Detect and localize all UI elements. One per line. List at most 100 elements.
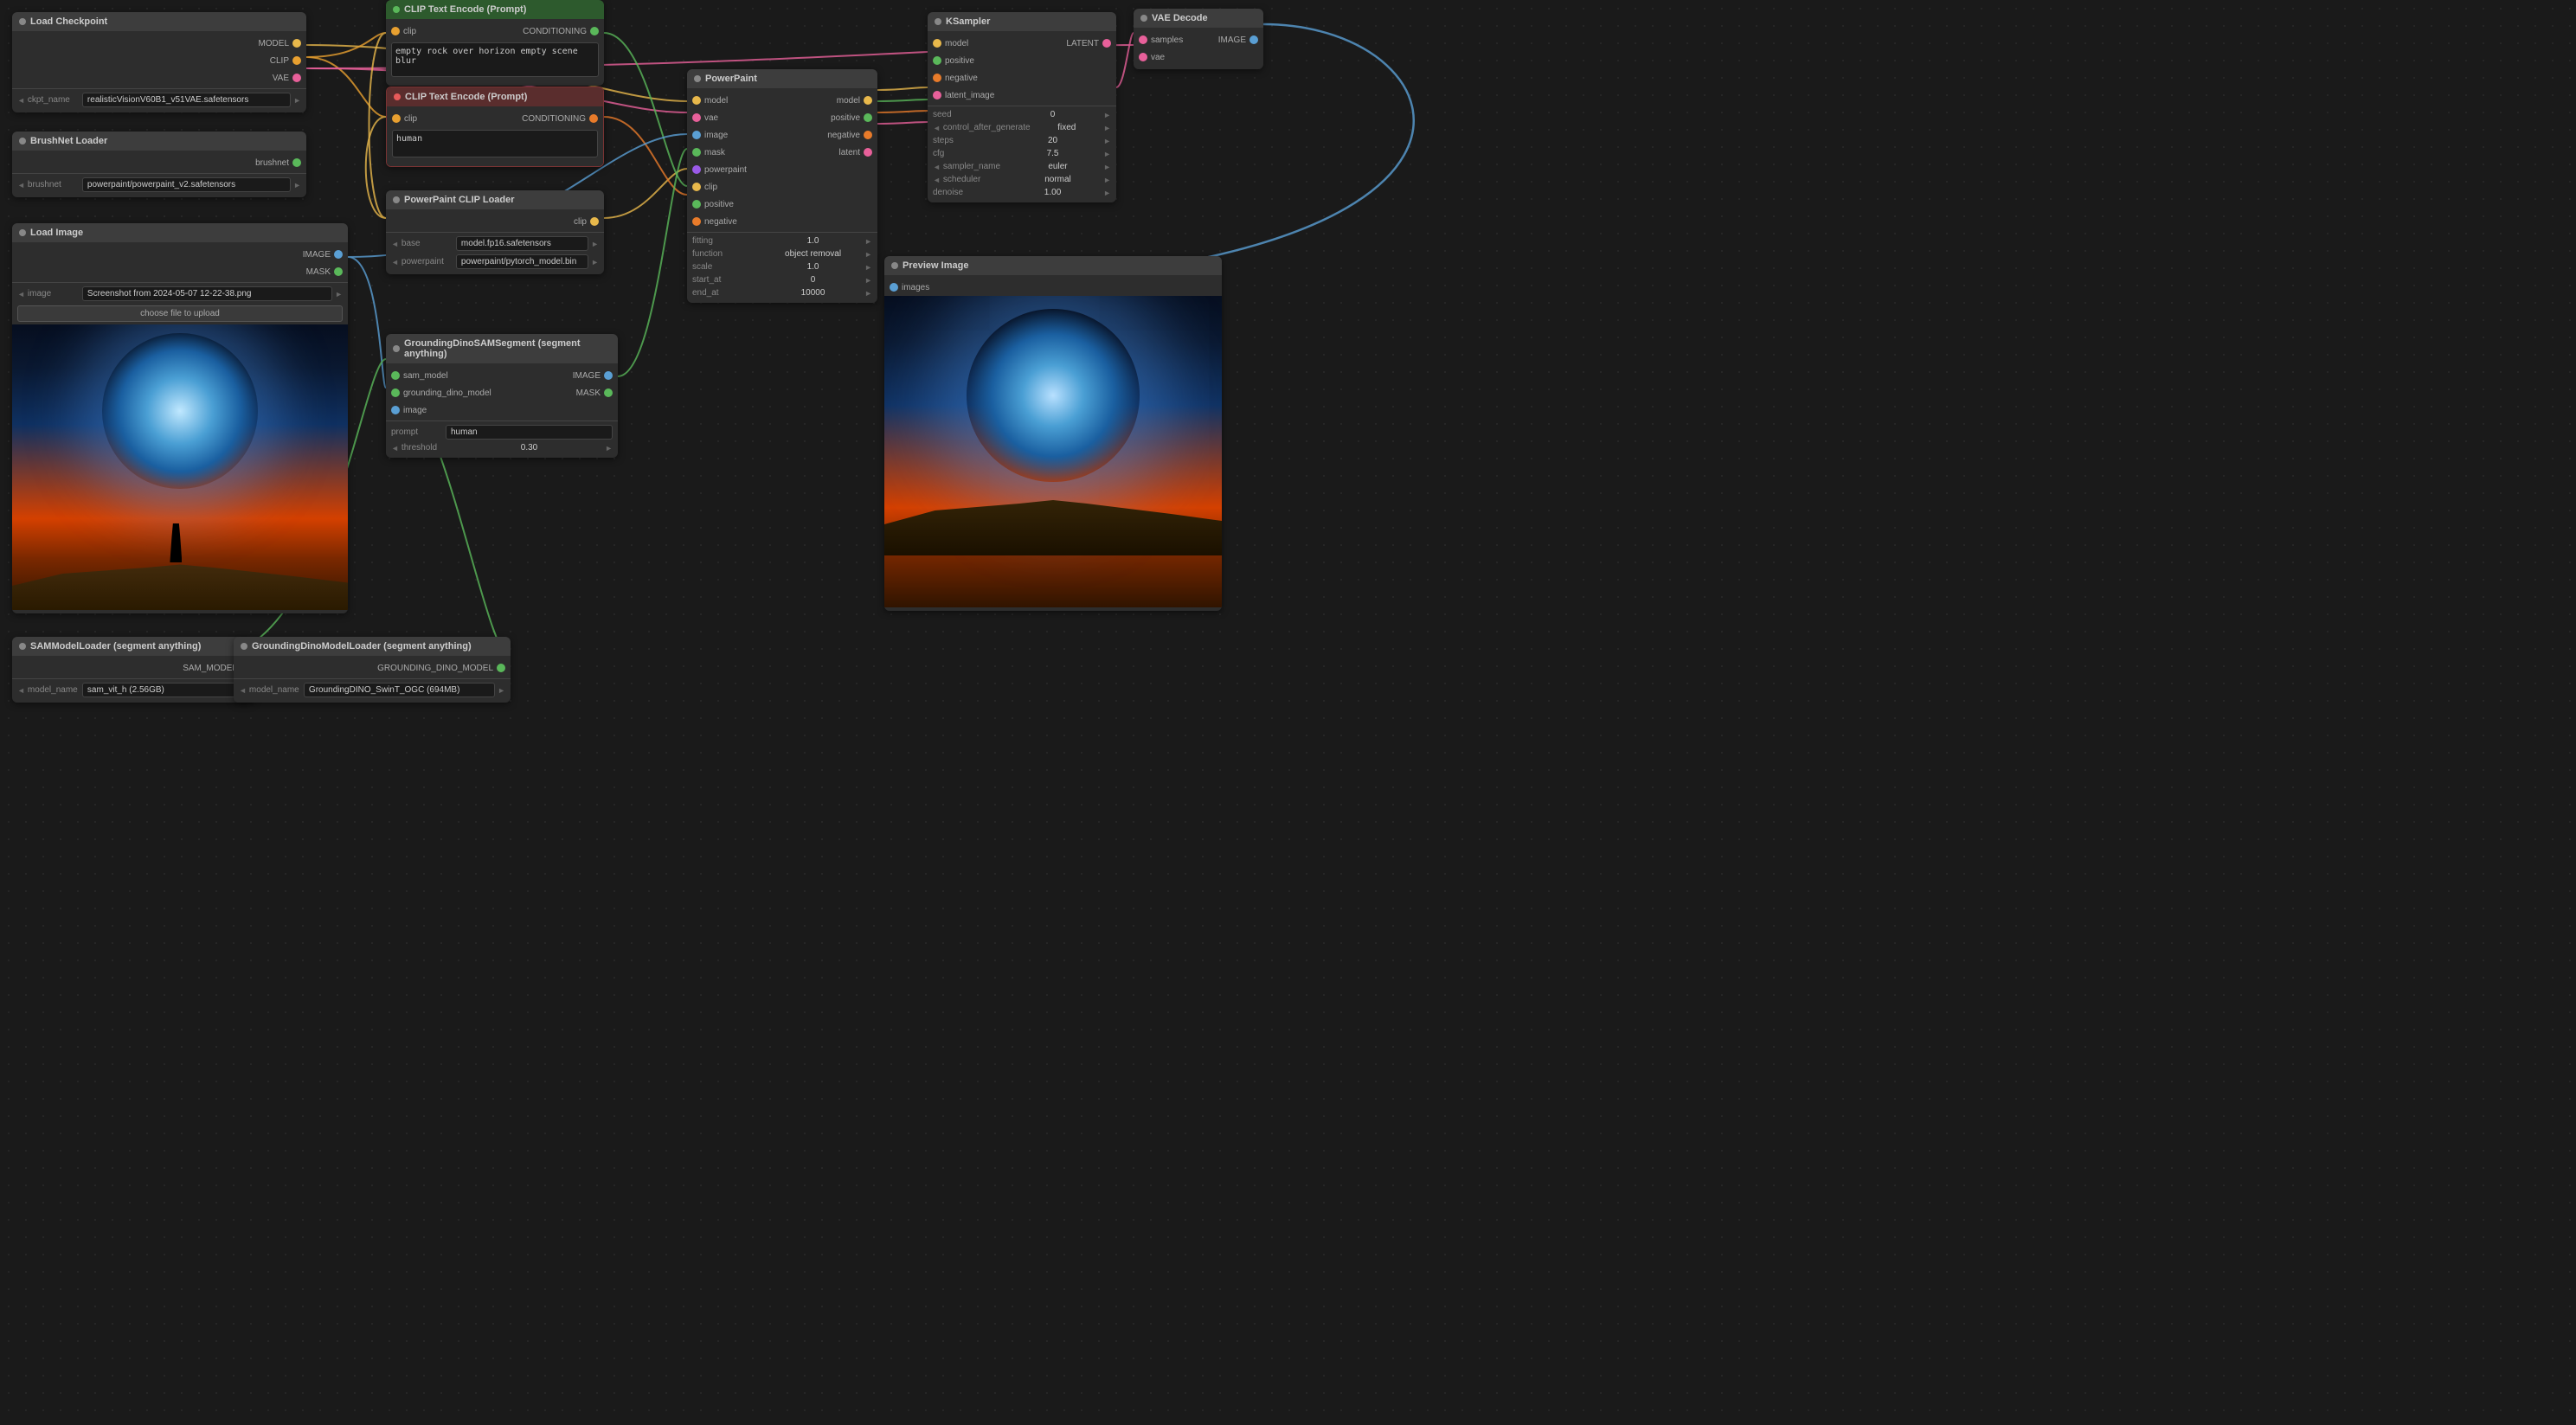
base-arrow-right[interactable]: ► xyxy=(591,240,599,248)
pp-arrow-right[interactable]: ► xyxy=(591,258,599,266)
preview-images-port[interactable] xyxy=(890,283,898,292)
node-title: VAE Decode xyxy=(1152,13,1208,23)
end-right[interactable]: ► xyxy=(864,289,872,298)
preview-image-display xyxy=(884,296,1222,607)
sam-arrow-left[interactable]: ◄ xyxy=(17,686,25,695)
brushnet-value[interactable]: powerpaint/powerpaint_v2.safetensors xyxy=(82,177,291,192)
output-mask-port[interactable] xyxy=(334,267,343,276)
pp-pos-in-port[interactable] xyxy=(692,200,701,209)
output-cond-port[interactable] xyxy=(590,27,599,35)
output-image-port[interactable] xyxy=(334,250,343,259)
img-arrow-right[interactable]: ► xyxy=(335,290,343,298)
end-label: end_at xyxy=(692,288,761,298)
gdino-model-value[interactable]: GroundingDINO_SwinT_OGC (694MB) xyxy=(304,683,495,697)
ckpt-arrow-right[interactable]: ► xyxy=(293,96,301,105)
denoise-value: 1.00 xyxy=(1005,188,1101,197)
base-value[interactable]: model.fp16.safetensors xyxy=(456,236,588,251)
pp-pos-out-port[interactable] xyxy=(864,113,872,122)
ctrl-left[interactable]: ◄ xyxy=(933,124,941,132)
gdino-model-out-port[interactable] xyxy=(497,664,505,672)
ks-neg-port[interactable] xyxy=(933,74,941,82)
output-image-port[interactable] xyxy=(604,371,613,380)
ctrl-right[interactable]: ► xyxy=(1103,124,1111,132)
cfg-right[interactable]: ► xyxy=(1103,150,1111,158)
vae-image-out-port[interactable] xyxy=(1249,35,1258,44)
pp-model-out-port[interactable] xyxy=(864,96,872,105)
node-gdino-sam: GroundingDinoSAMSegment (segment anythin… xyxy=(386,334,618,458)
node-preview-header: Preview Image xyxy=(884,256,1222,275)
input-image-label: image xyxy=(403,406,613,415)
pp-arrow-left[interactable]: ◄ xyxy=(391,258,399,266)
output-vae-label: VAE xyxy=(17,74,289,83)
output-cond-port[interactable] xyxy=(589,114,598,123)
pp-clip-in-port[interactable] xyxy=(692,183,701,191)
output-vae-port[interactable] xyxy=(292,74,301,82)
clip-neg-text[interactable] xyxy=(392,130,598,157)
denoise-right[interactable]: ► xyxy=(1103,189,1111,197)
clip-pos-text[interactable] xyxy=(391,42,599,77)
pp-latent-out-port[interactable] xyxy=(864,148,872,157)
ks-neg-label: negative xyxy=(945,74,1111,83)
sam-model-value[interactable]: sam_vit_h (2.56GB) xyxy=(82,683,239,697)
input-clip-port[interactable] xyxy=(391,27,400,35)
scale-right[interactable]: ► xyxy=(864,263,872,272)
cfg-value: 7.5 xyxy=(1005,149,1101,158)
img-arrow-left[interactable]: ◄ xyxy=(17,290,25,298)
node-clip-pos-body: clip CONDITIONING xyxy=(386,19,604,86)
ckpt-value[interactable]: realisticVisionV60B1_v51VAE.safetensors xyxy=(82,93,291,107)
steps-right[interactable]: ► xyxy=(1103,137,1111,145)
output-clip-row: CLIP xyxy=(12,52,306,69)
ks-latent-in-port[interactable] xyxy=(933,91,941,99)
input-image-port[interactable] xyxy=(391,406,400,414)
brushnet-arrow-right[interactable]: ► xyxy=(293,181,301,189)
thresh-left[interactable]: ◄ xyxy=(391,444,399,453)
thresh-right[interactable]: ► xyxy=(605,444,613,453)
pp-clip-row: clip xyxy=(687,178,877,196)
function-right[interactable]: ► xyxy=(864,250,872,259)
output-mask-port[interactable] xyxy=(604,388,613,397)
ckpt-arrow-left[interactable]: ◄ xyxy=(17,96,25,105)
output-clip-port[interactable] xyxy=(590,217,599,226)
gdino-arrow-left[interactable]: ◄ xyxy=(239,686,247,695)
input-sam-port[interactable] xyxy=(391,371,400,380)
pp-vae-in-port[interactable] xyxy=(692,113,701,122)
pp-pp-in-port[interactable] xyxy=(692,165,701,174)
vae-vae-port[interactable] xyxy=(1139,53,1147,61)
upload-button[interactable]: choose file to upload xyxy=(17,305,343,322)
pp-image-in-port[interactable] xyxy=(692,131,701,139)
input-gdino-port[interactable] xyxy=(391,388,400,397)
scale-field: scale 1.0 ► xyxy=(687,260,877,273)
fitting-right[interactable]: ► xyxy=(864,237,872,246)
sampler-left[interactable]: ◄ xyxy=(933,163,941,171)
ks-model-port[interactable] xyxy=(933,39,941,48)
prompt-value[interactable]: human xyxy=(446,425,613,440)
seed-right[interactable]: ► xyxy=(1103,111,1111,119)
cfg-label: cfg xyxy=(933,149,1002,158)
vae-vae-label: vae xyxy=(1151,53,1258,62)
img-value[interactable]: Screenshot from 2024-05-07 12-22-38.png xyxy=(82,286,332,301)
base-arrow-left[interactable]: ◄ xyxy=(391,240,399,248)
sched-right[interactable]: ► xyxy=(1103,176,1111,184)
sched-left[interactable]: ◄ xyxy=(933,176,941,184)
node-vae-body: samples IMAGE vae xyxy=(1134,28,1263,69)
pp-model-in-port[interactable] xyxy=(692,96,701,105)
pp-value[interactable]: powerpaint/pytorch_model.bin xyxy=(456,254,588,269)
pp-mask-in-port[interactable] xyxy=(692,148,701,157)
ks-latent-out-port[interactable] xyxy=(1102,39,1111,48)
start-right[interactable]: ► xyxy=(864,276,872,285)
vae-samples-port[interactable] xyxy=(1139,35,1147,44)
output-clip-port[interactable] xyxy=(292,56,301,65)
output-brushnet-port[interactable] xyxy=(292,158,301,167)
pp-neg-out-port[interactable] xyxy=(864,131,872,139)
gdino-model-label: model_name xyxy=(249,685,301,695)
node-status-dot xyxy=(19,229,26,236)
brushnet-arrow-left[interactable]: ◄ xyxy=(17,181,25,189)
sampler-right[interactable]: ► xyxy=(1103,163,1111,171)
node-title: KSampler xyxy=(946,16,990,27)
gdino-arrow-right[interactable]: ► xyxy=(498,686,505,695)
output-model-port[interactable] xyxy=(292,39,301,48)
ks-pos-port[interactable] xyxy=(933,56,941,65)
pp-neg-in-port[interactable] xyxy=(692,217,701,226)
input-clip-port[interactable] xyxy=(392,114,401,123)
sampler-label: sampler_name xyxy=(943,162,1012,171)
